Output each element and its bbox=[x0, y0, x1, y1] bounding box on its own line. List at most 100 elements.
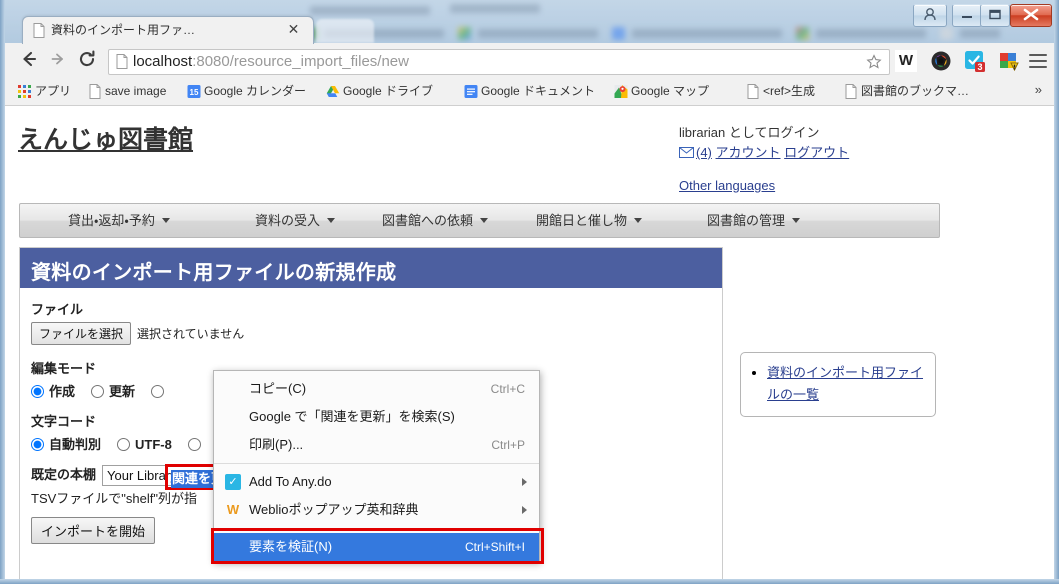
context-menu-item-weblio[interactable]: W Weblioポップアップ英和辞典 bbox=[214, 496, 539, 524]
shelf-label: 既定の本棚 bbox=[31, 467, 97, 482]
start-import-button[interactable]: インポートを開始 bbox=[31, 517, 156, 545]
login-status-block: librarian としてログイン (4) アカウント ログアウト bbox=[679, 123, 849, 163]
bookmark-google-maps[interactable]: Google マップ bbox=[613, 82, 709, 101]
back-button[interactable] bbox=[17, 49, 41, 73]
bookmark-label: <ref>生成 bbox=[763, 84, 816, 98]
address-bar-url: localhost:8080/resource_import_files/new bbox=[133, 52, 409, 72]
reload-button[interactable] bbox=[75, 49, 99, 73]
hamburger-line bbox=[1029, 60, 1047, 62]
nav-item-events[interactable]: 開館日と催し物 bbox=[536, 204, 643, 237]
main-navigation-bar: 貸出・返却・予約 資料の受入 図書館への依頼 開館日と催し物 図書館の管理 bbox=[19, 203, 940, 238]
bookmark-google-calendar[interactable]: 15 Google カレンダー bbox=[186, 82, 306, 101]
inspect-element-wrapper: 要素を検証(N) Ctrl+Shift+I bbox=[211, 528, 544, 564]
back-arrow-icon bbox=[23, 51, 37, 67]
chevron-down-icon bbox=[792, 218, 801, 223]
background-tabs-blurred bbox=[300, 0, 1000, 42]
charset-radio-auto[interactable] bbox=[31, 438, 44, 451]
maximize-button[interactable] bbox=[980, 4, 1010, 27]
message-count-link[interactable]: (4) bbox=[696, 145, 712, 160]
bookmark-apps[interactable]: アプリ bbox=[17, 82, 71, 101]
other-languages-link[interactable]: Other languages bbox=[679, 178, 775, 193]
menu-separator bbox=[214, 528, 539, 529]
anydo-extension-button[interactable]: 3 bbox=[964, 50, 986, 72]
checkmark-badge-icon: 3 bbox=[965, 51, 985, 72]
chevron-down-icon bbox=[634, 218, 643, 223]
user-profile-button[interactable] bbox=[913, 4, 947, 27]
edit-mode-option-label: 作成 bbox=[49, 384, 76, 399]
chevron-down-icon bbox=[327, 218, 336, 223]
minimize-icon bbox=[962, 16, 972, 18]
bookmark-star-icon[interactable] bbox=[866, 54, 882, 70]
tab-close-icon[interactable]: ✕ bbox=[286, 22, 301, 37]
context-menu-item-inspect-element[interactable]: 要素を検証(N) Ctrl+Shift+I bbox=[214, 533, 539, 561]
context-menu: コピー(C) Ctrl+C Google で「関連を更新」を検索(S) 印刷(P… bbox=[211, 370, 544, 564]
context-menu-item-google-search[interactable]: Google で「関連を更新」を検索(S) bbox=[214, 403, 539, 431]
bookmark-label: アプリ bbox=[35, 84, 72, 98]
charset-radio-utf8[interactable] bbox=[117, 438, 131, 451]
import-file-index-link[interactable]: 資料のインポート用ファイルの一覧 bbox=[767, 365, 923, 402]
svg-text:15: 15 bbox=[190, 88, 199, 97]
window-edge-bottom bbox=[0, 579, 1059, 584]
menu-separator bbox=[214, 463, 539, 464]
mail-icon bbox=[679, 147, 694, 158]
page-favicon-icon bbox=[33, 23, 45, 38]
window-edge-left bbox=[0, 0, 5, 584]
file-field-label: ファイル bbox=[31, 302, 84, 317]
address-bar[interactable]: localhost:8080/resource_import_files/new bbox=[108, 49, 890, 75]
bookmark-library[interactable]: 図書館のブックマ… bbox=[843, 82, 969, 101]
list-item: 資料のインポート用ファイルの一覧 bbox=[767, 362, 925, 406]
bookmarks-bar: アプリ save image 15 Google カレンダー Google ドラ… bbox=[5, 78, 1054, 106]
submenu-arrow-icon bbox=[522, 506, 527, 514]
browser-window: 資料のインポート用ファ… ✕ localhost:8080/resource_i… bbox=[0, 0, 1059, 584]
camera-icon bbox=[931, 51, 951, 71]
bookmark-label: 図書館のブックマ… bbox=[861, 84, 970, 98]
drive-icon bbox=[326, 86, 340, 97]
nav-item-acquisition[interactable]: 資料の受入 bbox=[255, 204, 336, 237]
chrome-menu-button[interactable] bbox=[1027, 50, 1049, 72]
context-menu-item-add-to-anydo[interactable]: ✓ Add To Any.do bbox=[214, 468, 539, 496]
site-title-link[interactable]: えんじゅ図書館 bbox=[18, 120, 193, 156]
browser-tab-active[interactable]: 資料のインポート用ファ… ✕ bbox=[22, 16, 314, 46]
bookmark-ref-generator[interactable]: <ref>生成 bbox=[745, 82, 815, 101]
bookmark-label: Google ドライブ bbox=[343, 84, 434, 98]
charset-radio-other[interactable] bbox=[187, 438, 201, 451]
forward-button[interactable] bbox=[46, 49, 70, 73]
bookmarks-overflow-button[interactable]: » bbox=[1035, 82, 1042, 97]
bookmark-google-drive[interactable]: Google ドライブ bbox=[325, 82, 433, 101]
bookmark-save-image[interactable]: save image bbox=[87, 82, 166, 101]
weblio-extension-button[interactable]: W bbox=[895, 50, 917, 72]
edit-mode-radio-update[interactable] bbox=[91, 385, 105, 398]
menu-item-shortcut: Ctrl+C bbox=[490, 382, 525, 396]
bookmark-label: Google マップ bbox=[631, 84, 710, 98]
inactive-tab-ghost[interactable] bbox=[316, 19, 374, 43]
colorpicker-extension-button[interactable] bbox=[998, 50, 1020, 72]
menu-item-label: Weblioポップアップ英和辞典 bbox=[249, 502, 419, 517]
edit-mode-radio-create[interactable] bbox=[31, 385, 44, 398]
tab-title: 資料のインポート用ファ… bbox=[51, 23, 196, 37]
forward-arrow-icon bbox=[51, 53, 63, 65]
close-window-button[interactable] bbox=[1010, 4, 1052, 27]
maps-icon bbox=[614, 85, 628, 98]
bookmark-label: save image bbox=[105, 84, 167, 98]
choose-file-button[interactable]: ファイルを選択 bbox=[31, 322, 132, 345]
account-links-line: (4) アカウント ログアウト bbox=[679, 143, 849, 163]
context-menu-item-copy[interactable]: コピー(C) Ctrl+C bbox=[214, 375, 539, 403]
nav-item-administration[interactable]: 図書館の管理 bbox=[707, 204, 801, 237]
minimize-button[interactable] bbox=[952, 4, 982, 27]
url-host: localhost bbox=[133, 53, 193, 70]
nav-item-circulation[interactable]: 貸出・返却・予約 bbox=[68, 204, 170, 237]
camera-extension-button[interactable] bbox=[930, 50, 952, 72]
nav-item-requests[interactable]: 図書館への依頼 bbox=[382, 204, 489, 237]
page-security-icon bbox=[116, 54, 128, 69]
logout-link[interactable]: ログアウト bbox=[784, 145, 849, 160]
account-link[interactable]: アカウント bbox=[716, 145, 781, 160]
context-menu-item-print[interactable]: 印刷(P)... Ctrl+P bbox=[214, 431, 539, 459]
page-icon bbox=[747, 84, 759, 99]
nav-label: 資料の受入 bbox=[255, 213, 321, 228]
bookmark-google-docs[interactable]: Google ドキュメント bbox=[463, 82, 595, 101]
browser-toolbar: localhost:8080/resource_import_files/new… bbox=[5, 43, 1054, 79]
edit-mode-radio-relate[interactable] bbox=[151, 385, 165, 398]
login-username: librarian bbox=[679, 125, 726, 140]
login-user-line: librarian としてログイン bbox=[679, 123, 849, 143]
charset-option-label: UTF-8 bbox=[135, 437, 172, 452]
